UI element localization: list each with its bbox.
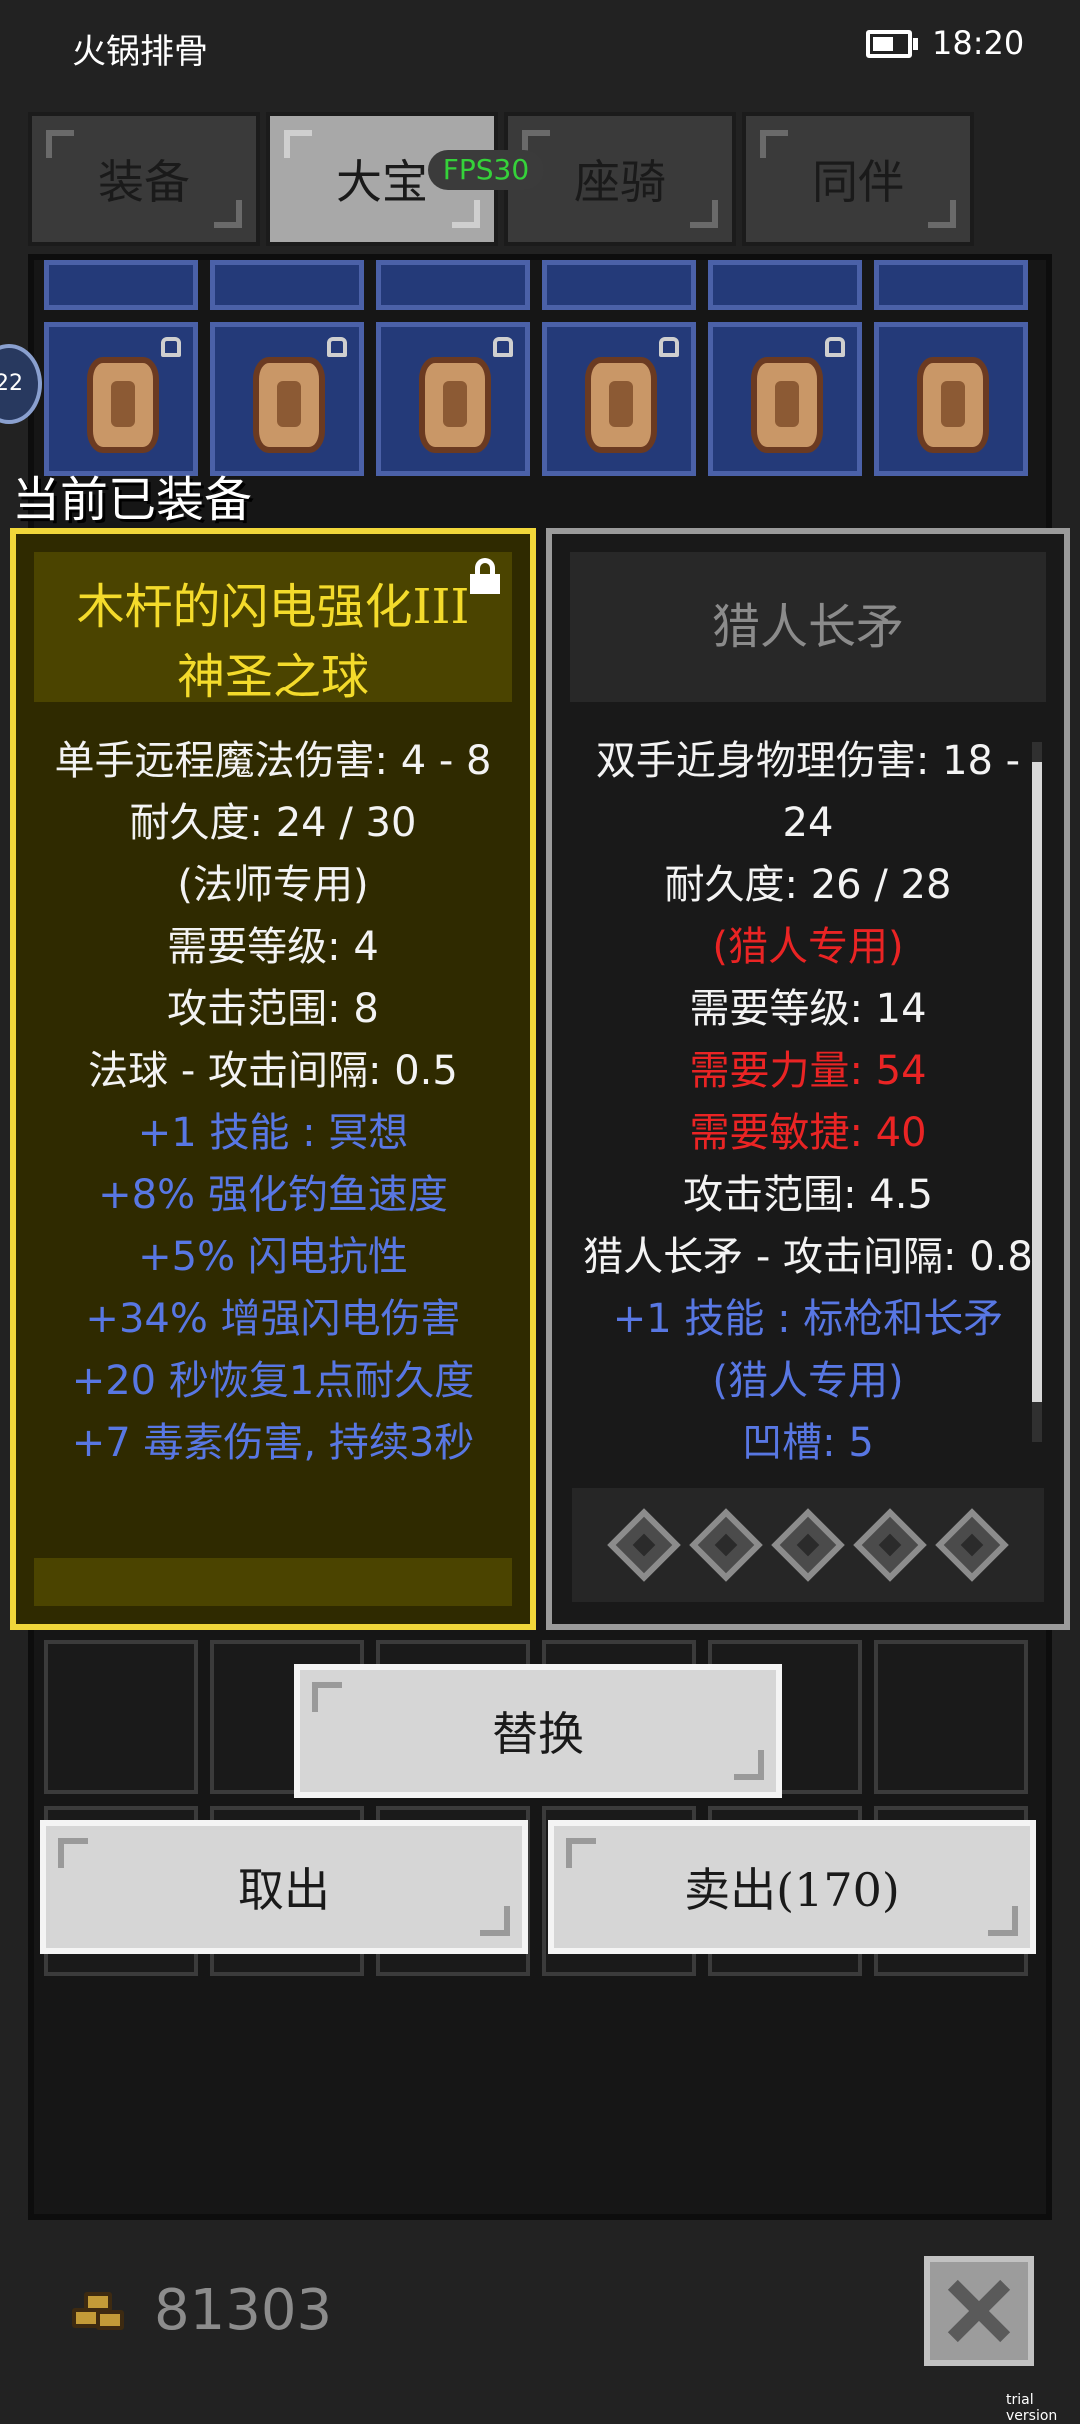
socket-icon [935,1508,1009,1582]
inventory-slot[interactable] [542,260,696,310]
orb-item-icon [253,357,325,453]
inventory-slot[interactable] [44,1640,198,1794]
compare-item-title-area: 猎人长矛 [570,552,1046,702]
battery-icon [866,30,918,58]
stat-line: 猎人长矛 - 攻击间隔: 0.8 [583,1234,1033,1280]
lock-icon[interactable] [470,558,500,594]
status-title: 火锅排骨 [72,32,208,72]
inventory-slot[interactable] [708,260,862,310]
stat-line: (猎人专用) [712,1358,904,1404]
lock-icon [659,337,679,357]
lock-icon [161,337,181,357]
stat-line: +5% 闪电抗性 [138,1234,408,1280]
stat-line: +7 毒素伤害, 持续3秒 [71,1420,475,1466]
stat-line: +1 技能 : 标枪和长矛 [612,1296,1004,1342]
orb-item-icon [751,357,823,453]
section-label: 当前已装备 [12,472,253,528]
fps-badge: FPS30 [428,150,544,190]
equipped-item-stats: 单手远程魔法伤害: 4 - 8 耐久度: 24 / 30 (法师专用) 需要等级… [16,730,530,1474]
socket-icon [853,1508,927,1582]
stat-line: 双手近身物理伤害: 18 - [595,738,1021,784]
inventory-slot[interactable] [210,322,364,476]
panel-footer [34,1558,512,1606]
stat-line: +34% 增强闪电伤害 [85,1296,461,1342]
socket-row [572,1488,1044,1602]
orb-item-icon [585,357,657,453]
sell-button-label: 卖出(170) [684,1863,900,1917]
stat-line: 攻击范围: 8 [167,986,379,1032]
lock-icon [493,337,513,357]
tab-label: 装备 [98,155,190,209]
inventory-slot[interactable] [874,322,1028,476]
take-out-button-label: 取出 [238,1863,330,1917]
lock-icon [825,337,845,357]
tab-equipment[interactable]: 装备 [28,112,260,246]
stat-line: 需要敏捷: 40 [689,1110,927,1156]
replace-button[interactable]: 替换 [294,1664,782,1798]
stat-line: 耐久度: 26 / 28 [664,862,952,908]
tab-companion[interactable]: 同伴 [742,112,974,246]
equipped-item-title-area: 木杆的闪电强化III 神圣之球 [34,552,512,705]
stat-line: +1 技能 : 冥想 [137,1110,409,1156]
stat-line: 需要力量: 54 [689,1048,927,1094]
compare-item-panel: 猎人长矛 双手近身物理伤害: 18 - 24 耐久度: 26 / 28 (猎人专… [546,528,1070,1630]
trial-watermark: trial version [1006,2392,1058,2424]
stat-line: (猎人专用) [712,924,904,970]
lock-icon [327,337,347,357]
sell-button[interactable]: 卖出(170) [548,1820,1036,1954]
gold-amount: 81303 [154,2278,333,2343]
inventory-slot[interactable] [44,260,198,310]
tab-label: 同伴 [812,155,904,209]
stat-line: 凹槽: 5 [742,1420,874,1466]
inventory-slot[interactable] [542,322,696,476]
gold-coins-icon [72,2286,134,2336]
inventory-slot[interactable] [44,322,198,476]
replace-button-label: 替换 [492,1707,584,1761]
equipped-item-panel: 木杆的闪电强化III 神圣之球 单手远程魔法伤害: 4 - 8 耐久度: 24 … [10,528,536,1630]
socket-icon [771,1508,845,1582]
tab-label: 大宝 [336,155,428,209]
orb-item-icon [917,357,989,453]
stats-scrollbar[interactable] [1032,742,1042,1442]
stat-line: +20 秒恢复1点耐久度 [71,1358,475,1404]
socket-icon [689,1508,763,1582]
inventory-slot[interactable] [376,260,530,310]
inventory-slot[interactable] [376,322,530,476]
close-button[interactable] [924,2256,1034,2366]
status-bar: 火锅排骨 18:20 [0,0,1080,92]
stat-line: (法师专用) [177,862,369,908]
stat-line: 法球 - 攻击间隔: 0.5 [88,1048,458,1094]
stat-line: 单手远程魔法伤害: 4 - 8 [54,738,492,784]
compare-item-title: 猎人长矛 [711,599,904,655]
tab-label: 座骑 [574,155,666,209]
take-out-button[interactable]: 取出 [40,1820,528,1954]
inventory-slot[interactable] [874,260,1028,310]
stat-line: 攻击范围: 4.5 [683,1172,933,1218]
orb-item-icon [419,357,491,453]
stat-line: 需要等级: 14 [689,986,927,1032]
stat-line: 需要等级: 4 [167,924,379,970]
status-time: 18:20 [932,24,1025,62]
orb-item-icon [87,357,159,453]
equipped-item-title-line1: 木杆的闪电强化III [76,579,470,635]
socket-icon [607,1508,681,1582]
compare-item-stats: 双手近身物理伤害: 18 - 24 耐久度: 26 / 28 (猎人专用) 需要… [552,730,1064,1474]
stat-line: +8% 强化钓鱼速度 [98,1172,448,1218]
inventory-slot[interactable] [874,1640,1028,1794]
stat-line: 24 [782,800,834,846]
stat-line: 耐久度: 24 / 30 [129,800,417,846]
equipped-item-title-line2: 神圣之球 [176,649,369,705]
inventory-slot[interactable] [210,260,364,310]
inventory-slot[interactable] [708,322,862,476]
